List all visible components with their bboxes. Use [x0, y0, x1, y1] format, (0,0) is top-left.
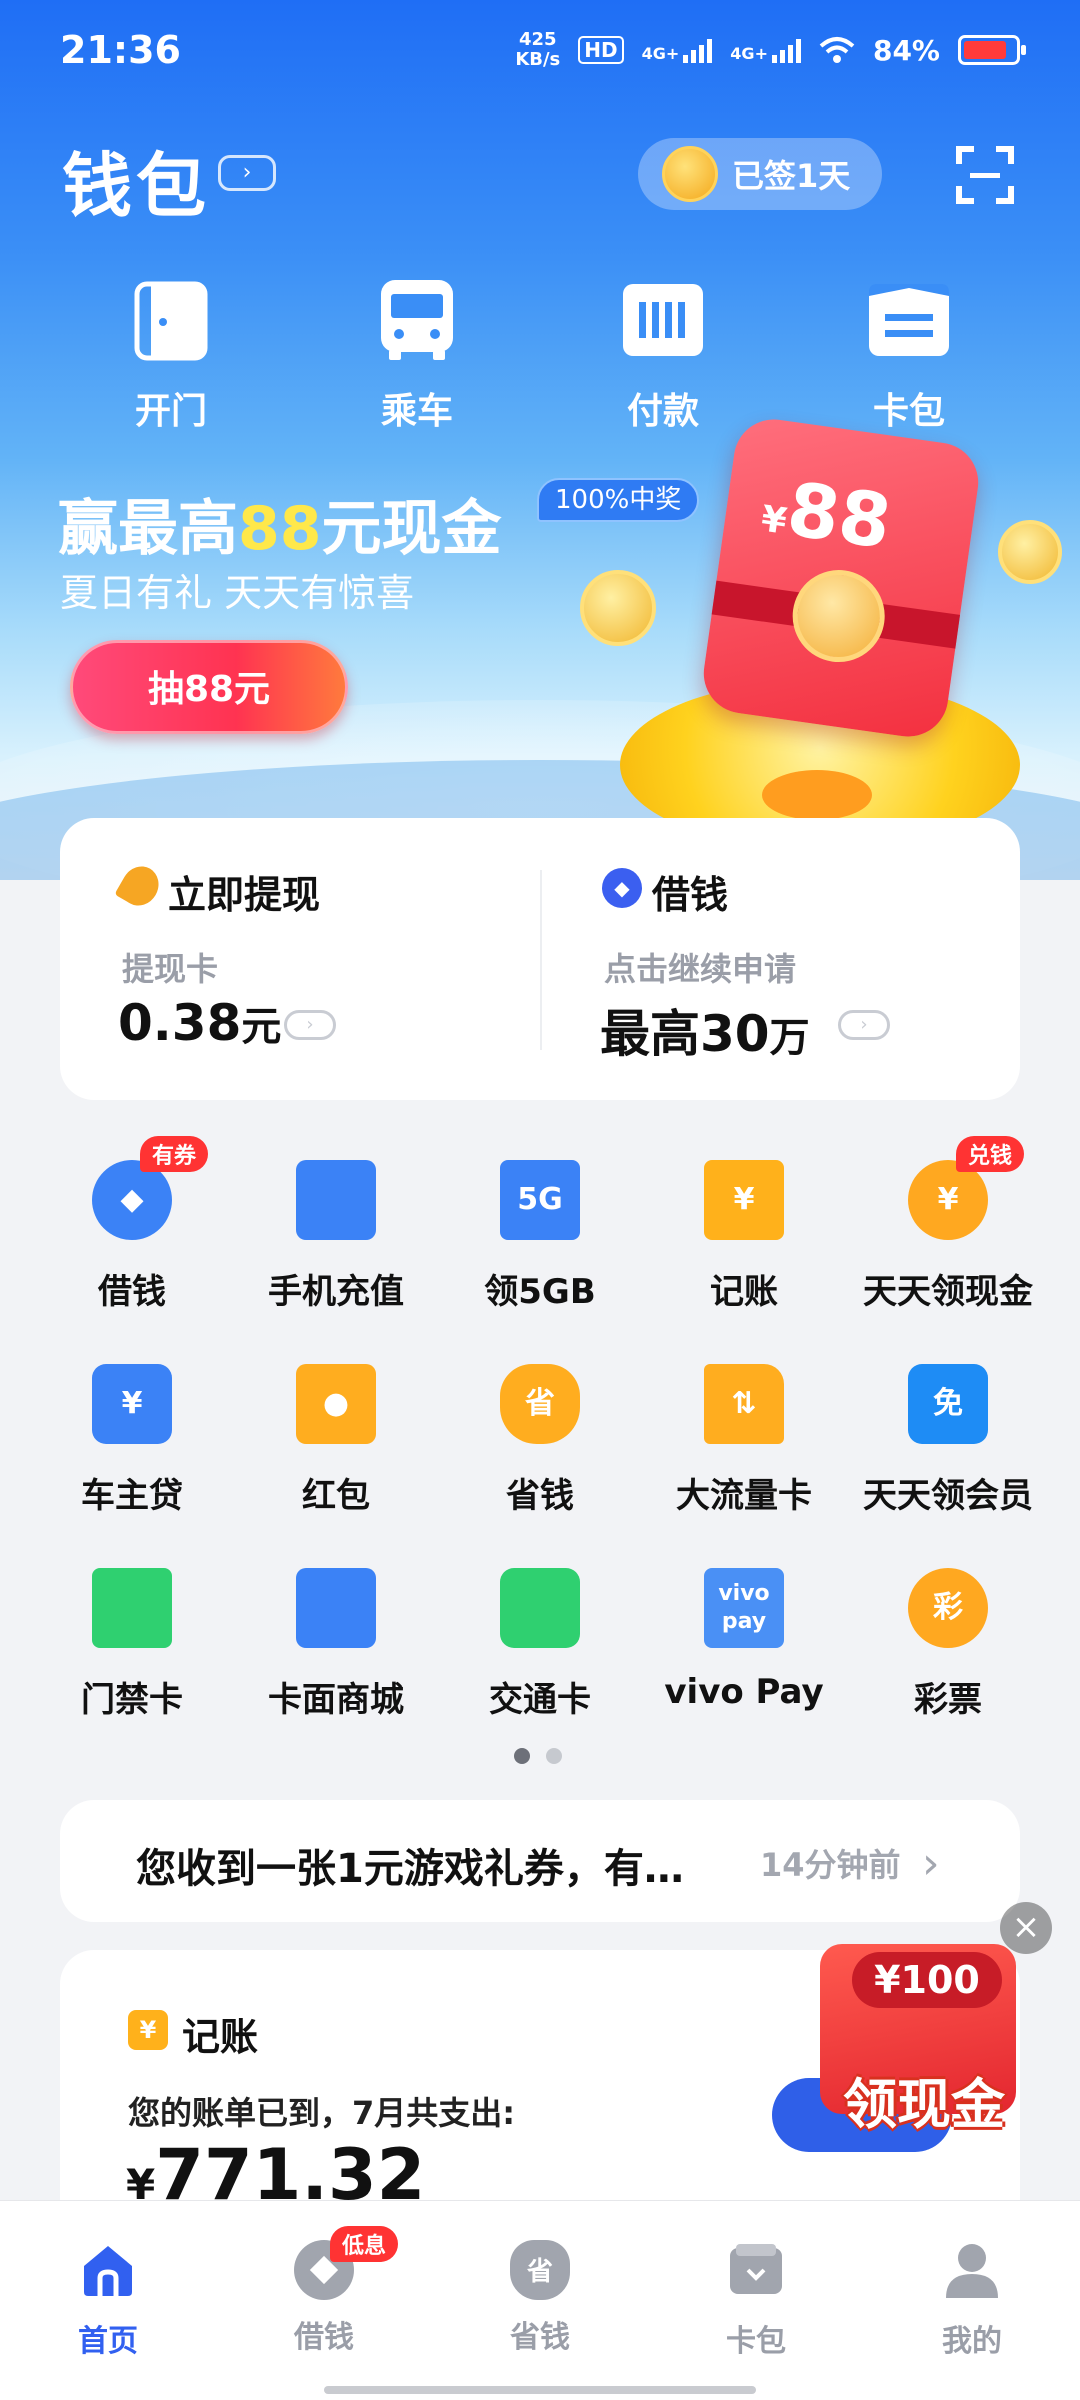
- service-access-card[interactable]: 门禁卡: [30, 1568, 234, 1721]
- service-free-diamond[interactable]: 免天天领会员: [846, 1364, 1050, 1517]
- loan-sub: 点击继续申请: [604, 950, 797, 988]
- quick-action-card-wallet[interactable]: 卡包: [829, 278, 989, 434]
- service-red-packet[interactable]: ● 红包: [234, 1364, 438, 1517]
- withdraw-sub: 提现卡: [122, 950, 219, 988]
- service-tshirt[interactable]: 卡面商城: [234, 1568, 438, 1721]
- card-wallet-icon: [730, 2244, 782, 2294]
- transit-card-icon: [500, 1568, 580, 1648]
- withdraw-value: 0.38元: [118, 994, 282, 1052]
- service-money-bag[interactable]: 省省钱: [438, 1364, 642, 1517]
- yuan-coin-icon: ¥: [908, 1160, 988, 1240]
- service-tag: 兑钱: [956, 1136, 1025, 1172]
- vivo-pay-icon: vivo pay: [704, 1568, 784, 1648]
- page-indicator: [514, 1748, 562, 1764]
- service-5g[interactable]: 5G 领5GB: [438, 1160, 642, 1313]
- lottery-icon: 彩: [908, 1568, 988, 1648]
- service-sim-card[interactable]: ⇅ 大流量卡: [642, 1364, 846, 1517]
- title-chevron-button[interactable]: ›: [218, 155, 276, 191]
- signal-icon: 4G+: [642, 37, 713, 63]
- banner-badge: 100%中奖: [537, 478, 700, 522]
- nav-save[interactable]: 省 省钱: [460, 2240, 620, 2356]
- phone-icon: [296, 1160, 376, 1240]
- close-icon[interactable]: ×: [1000, 1902, 1052, 1954]
- service-phone[interactable]: 手机充值: [234, 1160, 438, 1313]
- sign-in-label: 已签1天: [732, 157, 851, 195]
- banner-subtitle: 夏日有礼 天天有惊喜: [60, 571, 415, 615]
- ledger-icon: ¥: [128, 2010, 168, 2050]
- sim-card-icon: ⇅: [704, 1364, 784, 1444]
- profile-icon: [946, 2244, 998, 2298]
- signal-icon: 4G+: [730, 37, 801, 63]
- coin-icon: [998, 520, 1062, 584]
- status-time: 21:36: [60, 28, 181, 72]
- duck-beak-illustration: [762, 770, 872, 820]
- battery-percent: 84%: [872, 33, 940, 67]
- money-bag-icon: 省: [500, 1364, 580, 1444]
- loan-icon: ◆: [92, 1160, 172, 1240]
- nav-badge: 低息: [330, 2226, 399, 2262]
- free-diamond-icon: 免: [908, 1364, 988, 1444]
- page-dot: [546, 1748, 562, 1764]
- quick-action-ride[interactable]: 乘车: [337, 278, 497, 434]
- page-dot: [514, 1748, 530, 1764]
- service-lottery[interactable]: 彩彩票: [846, 1568, 1050, 1721]
- page-title: 钱包: [62, 145, 210, 227]
- ledger-icon: ¥: [704, 1160, 784, 1240]
- floating-amount: ¥100: [852, 1952, 1002, 2008]
- service-loan[interactable]: ◆ 有券 借钱: [30, 1136, 234, 1313]
- service-yuan-coin[interactable]: ¥ 兑钱 天天领现金: [846, 1136, 1050, 1313]
- hd-icon: HD: [578, 36, 624, 64]
- nav-home[interactable]: 首页: [28, 2240, 188, 2360]
- sign-in-button[interactable]: 已签1天: [638, 138, 882, 210]
- home-icon: [84, 2246, 132, 2296]
- notice-text: 您收到一张1元游戏礼券，有…: [136, 1846, 684, 1892]
- coin-icon: [662, 146, 718, 202]
- banner-title[interactable]: 赢最高88元现金: [58, 480, 502, 567]
- scan-icon[interactable]: [956, 146, 1014, 204]
- network-speed: 425 KB/s: [515, 29, 561, 70]
- accounting-title: 记账: [182, 2015, 259, 2059]
- barcode-icon: [623, 284, 703, 356]
- red-envelope-illustration[interactable]: ¥88: [698, 414, 984, 742]
- nav-profile[interactable]: 我的: [892, 2240, 1052, 2360]
- 5g-icon: 5G: [500, 1160, 580, 1240]
- chevron-right-icon: ›: [838, 1010, 890, 1040]
- coin-icon: [580, 570, 656, 646]
- loan-value: 最高30万: [600, 1005, 810, 1063]
- tshirt-icon: [296, 1568, 376, 1648]
- service-ledger[interactable]: ¥ 记账: [642, 1160, 846, 1313]
- home-indicator[interactable]: [324, 2386, 756, 2394]
- money-bag-icon: 省: [510, 2240, 570, 2300]
- status-bar: 21:36 425 KB/s HD 4G+ 4G+ 84%: [0, 0, 1080, 100]
- wifi-icon: [819, 37, 855, 63]
- accounting-desc: 您的账单已到，7月共支出:: [128, 2094, 516, 2132]
- access-card-icon: [92, 1568, 172, 1648]
- chevron-right-icon: ›: [922, 1838, 940, 1889]
- notice-time: 14分钟前: [760, 1846, 901, 1884]
- nav-card-wallet[interactable]: 卡包: [676, 2240, 836, 2360]
- service-tag: 有券: [140, 1136, 209, 1172]
- car-loan-icon: ¥: [92, 1364, 172, 1444]
- quick-action-open-door[interactable]: 开门: [91, 278, 251, 434]
- service-transit-card[interactable]: 交通卡: [438, 1568, 642, 1721]
- bus-icon: [381, 280, 453, 360]
- draw-prize-button[interactable]: 抽88元: [70, 640, 348, 734]
- loan-title: 借钱: [652, 873, 729, 917]
- divider: [540, 870, 542, 1050]
- service-car-loan[interactable]: ¥ 车主贷: [30, 1364, 234, 1517]
- withdraw-title: 立即提现: [168, 873, 321, 917]
- smiley-coin-icon: [786, 564, 891, 669]
- card-wallet-icon: [869, 284, 949, 356]
- service-vivo-pay[interactable]: vivo pay vivo Pay: [642, 1568, 846, 1712]
- door-icon: [134, 281, 208, 361]
- loan-icon: ◆: [602, 868, 642, 908]
- red-packet-icon: ●: [296, 1364, 376, 1444]
- quick-action-pay[interactable]: 付款: [583, 278, 743, 434]
- floating-label: 领现金: [843, 2073, 1005, 2136]
- chevron-right-icon: ›: [284, 1010, 336, 1040]
- nav-loan[interactable]: 低息 借钱: [244, 2226, 404, 2356]
- battery-icon: [958, 35, 1026, 65]
